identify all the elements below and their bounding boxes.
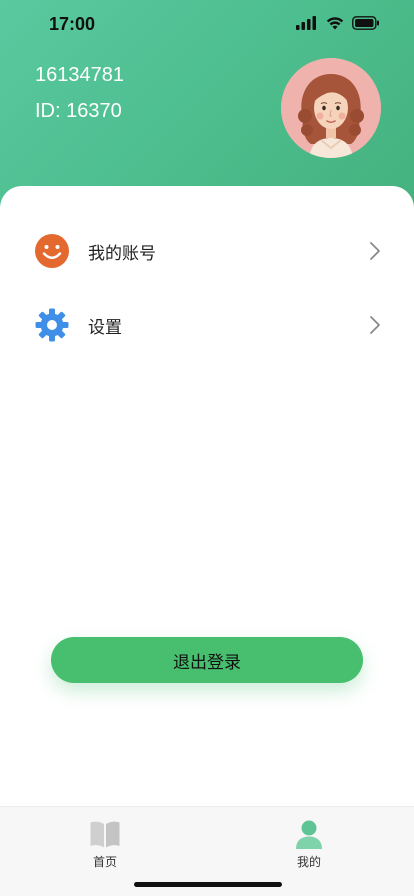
menu-item-account[interactable]: 我的账号	[0, 221, 414, 281]
menu-item-label: 我的账号	[88, 244, 156, 264]
status-bar: 17:00	[0, 0, 414, 48]
book-icon	[90, 821, 120, 848]
tab-home-label: 首页	[92, 855, 117, 869]
tab-home[interactable]: 首页	[45, 807, 165, 877]
wifi-icon	[326, 17, 344, 30]
status-icons	[296, 16, 380, 30]
menu-item-settings[interactable]: 设置	[0, 295, 414, 355]
gear-icon	[35, 308, 69, 342]
user-name: 16134781	[35, 64, 124, 86]
menu-item-label: 设置	[88, 318, 122, 338]
avatar[interactable]	[281, 58, 381, 158]
smiley-icon	[35, 234, 69, 268]
chevron-right-icon	[370, 242, 380, 260]
logout-button[interactable]: 退出登录	[51, 637, 363, 683]
avatar-illustration	[281, 58, 381, 158]
signal-icon	[296, 16, 316, 30]
chevron-right-icon	[370, 316, 380, 334]
home-indicator	[134, 882, 282, 887]
tab-mine-label: 我的	[296, 855, 321, 869]
person-icon	[296, 820, 322, 849]
status-time: 17:00	[49, 14, 96, 34]
user-id: ID: 16370	[35, 100, 122, 122]
tab-mine[interactable]: 我的	[249, 807, 369, 877]
profile-header: 17:00 16134781 ID: 16370	[0, 0, 414, 215]
battery-icon	[352, 16, 379, 30]
